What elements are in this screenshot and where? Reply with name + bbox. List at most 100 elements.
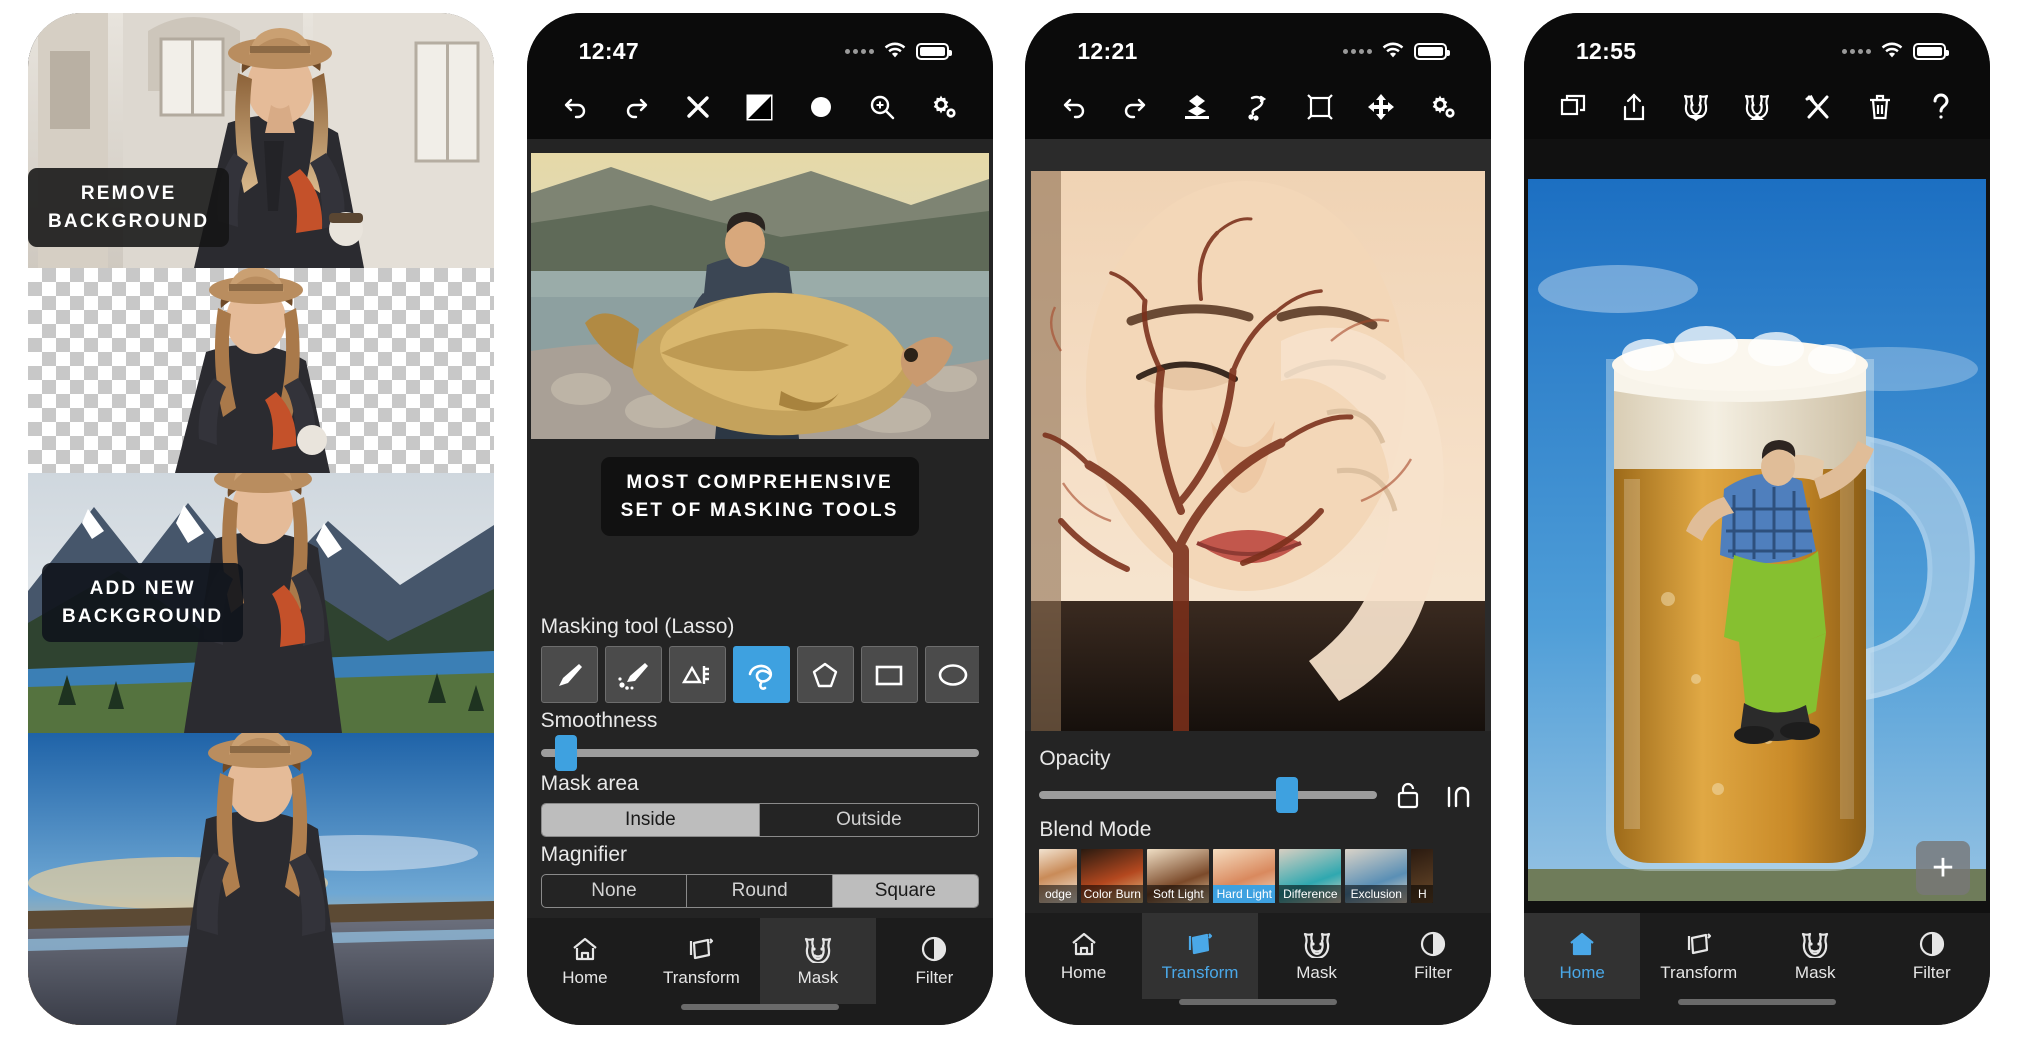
editor-toolbar[interactable] (526, 75, 993, 139)
lasso-tool-icon[interactable] (732, 646, 790, 703)
status-time: 12:55 (1575, 37, 1637, 64)
undo-icon[interactable] (1052, 85, 1096, 129)
blend-mode-strip[interactable]: odge Color Burn Soft Light Hard Light Di… (1039, 849, 1477, 907)
tab-label: Filter (1912, 962, 1951, 982)
redo-icon[interactable] (1113, 85, 1157, 129)
shape-ruler-tool-icon[interactable] (668, 646, 726, 703)
promo-badge-remove-background: REMOVE BACKGROUND (28, 168, 230, 248)
masking-tool-row[interactable] (540, 646, 979, 703)
status-bar: 12:21 (1025, 13, 1492, 75)
mask-canvas[interactable]: MOST COMPREHENSIVE SET OF MASKING TOOLS (526, 139, 993, 599)
help-question-icon[interactable] (1919, 85, 1963, 129)
bottom-tab-bar[interactable]: Home Transform Mask Filter (1523, 913, 1990, 999)
tab-label: Home (1060, 962, 1107, 982)
mask-apply-icon[interactable] (1674, 85, 1718, 129)
bottom-tab-bar[interactable]: Home Transform Mask Filter (1025, 913, 1492, 999)
blend-mode-item[interactable]: Soft Light (1147, 849, 1210, 903)
battery-icon (1414, 42, 1451, 60)
editor-toolbar[interactable] (1025, 75, 1492, 139)
redo-icon[interactable] (615, 85, 659, 129)
slider-knob[interactable] (1275, 777, 1298, 813)
add-layer-button[interactable]: + (1915, 841, 1970, 895)
settings-gear-icon[interactable] (1421, 85, 1465, 129)
blend-mode-item-selected[interactable]: Hard Light (1213, 849, 1276, 903)
magnifier-option-none[interactable]: None (542, 875, 688, 907)
clip-mask-icon[interactable] (1439, 778, 1477, 812)
tab-transform[interactable]: Transform (1640, 913, 1757, 999)
magnifier-option-square[interactable]: Square (833, 875, 978, 907)
mask-area-option-outside[interactable]: Outside (760, 804, 978, 836)
mask-area-segmented-control[interactable]: Inside Outside (540, 803, 979, 837)
tab-filter[interactable]: Filter (1375, 913, 1492, 999)
tab-filter[interactable]: Filter (876, 918, 993, 1004)
warp-icon[interactable] (1236, 85, 1280, 129)
wifi-icon (884, 42, 905, 58)
mask-controls-panel: Masking tool (Lasso) Smoothness Mask are… (526, 599, 993, 918)
smoothness-slider[interactable] (540, 735, 979, 771)
editor-toolbar[interactable] (1523, 75, 1990, 139)
magnifier-option-round[interactable]: Round (687, 875, 833, 907)
undo-icon[interactable] (553, 85, 597, 129)
ellipse-tool-icon[interactable] (924, 646, 979, 703)
promo-line-2: BACKGROUND (62, 605, 224, 627)
tab-home[interactable]: Home (527, 918, 644, 1004)
blend-mode-item[interactable]: Color Burn (1081, 849, 1144, 903)
smoothness-label: Smoothness (540, 709, 658, 732)
battery-icon (1912, 42, 1949, 60)
promo-badge-masking-tools: MOST COMPREHENSIVE SET OF MASKING TOOLS (527, 457, 993, 537)
photo-beer-mug-climber (1527, 179, 1986, 901)
slider-track (1039, 791, 1378, 799)
promo-line-2: SET OF MASKING TOOLS (620, 499, 899, 521)
magnifier-segmented-control[interactable]: None Round Square (540, 874, 979, 908)
home-canvas[interactable]: + (1523, 139, 1990, 913)
magic-brush-tool-icon[interactable] (604, 646, 662, 703)
rectangle-tool-icon[interactable] (860, 646, 918, 703)
tab-label: Mask (797, 967, 839, 987)
tools-cross-icon[interactable] (1796, 85, 1840, 129)
mask-area-option-inside[interactable]: Inside (541, 804, 761, 836)
merge-down-icon[interactable] (1175, 85, 1219, 129)
bottom-tab-bar[interactable]: Home Transform Mask Filter (526, 918, 993, 1004)
tab-home[interactable]: Home (1025, 913, 1142, 999)
tab-label: Mask (1794, 962, 1836, 982)
tab-mask[interactable]: Mask (1757, 913, 1874, 999)
unlock-icon[interactable] (1389, 778, 1427, 812)
transform-canvas[interactable] (1025, 139, 1492, 731)
promo-line-1: ADD NEW (89, 578, 196, 599)
tab-transform[interactable]: Transform (643, 918, 760, 1004)
polygon-lasso-tool-icon[interactable] (796, 646, 854, 703)
settings-gear-icon[interactable] (922, 85, 966, 129)
zoom-in-icon[interactable] (860, 85, 904, 129)
brush-dot-icon[interactable] (799, 85, 843, 129)
layers-copy-icon[interactable] (1551, 85, 1595, 129)
magnifier-label: Magnifier (540, 843, 628, 866)
tab-filter[interactable]: Filter (1873, 913, 1990, 999)
blend-mode-item[interactable]: Exclusion (1345, 849, 1408, 903)
promo-badge-add-background: ADD NEW BACKGROUND (42, 563, 244, 643)
home-indicator (526, 1004, 993, 1025)
invert-mask-icon[interactable] (738, 85, 782, 129)
trash-icon[interactable] (1858, 85, 1902, 129)
status-bar: 12:55 (1523, 13, 1990, 75)
promo-line-1: REMOVE (80, 183, 177, 204)
tab-home[interactable]: Home (1523, 913, 1641, 999)
tab-label: Transform (1660, 962, 1738, 982)
slider-knob[interactable] (554, 735, 577, 771)
mask-extract-icon[interactable] (1735, 85, 1779, 129)
tab-transform[interactable]: Transform (1141, 913, 1259, 999)
crop-frame-icon[interactable] (1298, 85, 1342, 129)
status-bar: 12:47 (526, 13, 993, 75)
share-export-icon[interactable] (1612, 85, 1656, 129)
wifi-icon (1881, 42, 1903, 58)
opacity-slider[interactable] (1039, 777, 1378, 813)
blend-mode-item[interactable]: odge (1039, 849, 1078, 903)
phone-screen-remove-background: REMOVE BACKGROUND ADD NEW BACKGROUND (28, 13, 494, 1025)
tab-mask[interactable]: Mask (1258, 913, 1375, 999)
home-indicator (1523, 999, 1990, 1025)
blend-mode-item[interactable]: H (1411, 849, 1434, 903)
blend-mode-item[interactable]: Difference (1279, 849, 1342, 903)
move-icon[interactable] (1359, 85, 1403, 129)
close-icon[interactable] (676, 85, 720, 129)
tab-mask[interactable]: Mask (759, 918, 877, 1004)
brush-tool-icon[interactable] (540, 646, 598, 703)
